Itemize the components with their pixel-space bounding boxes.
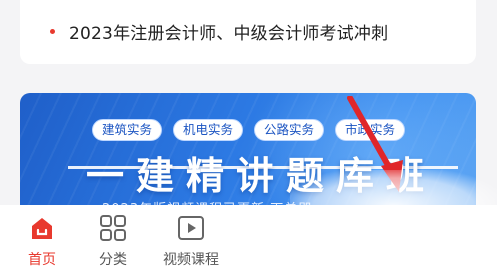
news-item[interactable]: 2023年注册会计师、中级会计师考试冲刺 — [50, 19, 388, 44]
bullet-dot — [50, 29, 55, 34]
news-item-text[interactable]: 2023年注册会计师、中级会计师考试冲刺 — [69, 19, 388, 44]
grid-icon — [98, 213, 128, 243]
news-card: 2023年注册会计师、中级会计师考试冲刺 — [20, 0, 476, 64]
bottom-tab-bar: 首页 分类 视频课程 — [0, 205, 497, 273]
tab-category[interactable]: 分类 — [84, 205, 142, 273]
play-icon — [176, 213, 206, 243]
tab-home-label: 首页 — [28, 252, 56, 268]
tab-video-course-label: 视频课程 — [163, 252, 219, 268]
banner-tag: 建筑实务 — [92, 119, 163, 141]
banner-tag: 机电实务 — [173, 119, 244, 141]
tab-home[interactable]: 首页 — [0, 205, 84, 273]
tab-video-course[interactable]: 视频课程 — [142, 205, 240, 273]
tab-category-label: 分类 — [99, 252, 127, 268]
home-icon — [27, 213, 57, 243]
banner-tag: 公路实务 — [254, 119, 325, 141]
